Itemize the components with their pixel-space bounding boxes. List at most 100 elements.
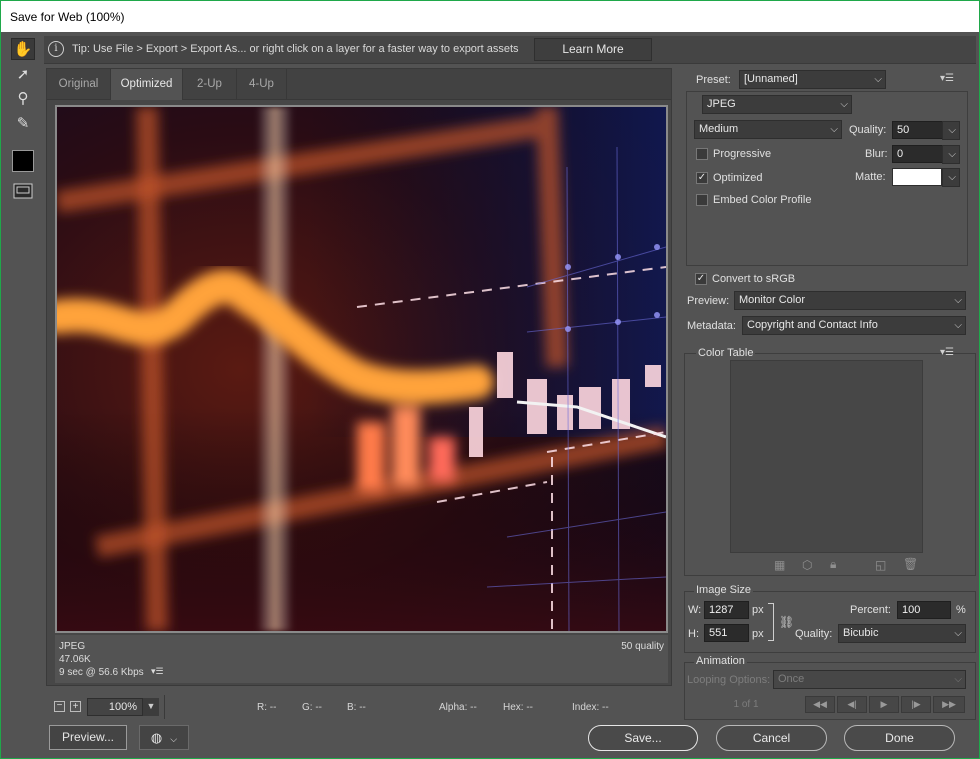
last-frame-icon[interactable]: ▶▶ [933, 696, 965, 713]
embed-color-profile-checkbox[interactable] [696, 194, 708, 206]
tip-bar: i Tip: Use File > Export > Export As... … [44, 36, 976, 64]
preset-menu-icon[interactable]: ▾☰ [940, 73, 954, 84]
first-frame-icon[interactable]: ◀◀ [805, 696, 835, 713]
done-button[interactable]: Done [844, 725, 955, 751]
preview-color-select[interactable]: Monitor Color ⌵ [734, 291, 966, 310]
optimized-checkbox[interactable]: ✓ [696, 172, 708, 184]
percent-unit: % [956, 604, 966, 616]
preview-panel: Original Optimized 2-Up 4-Up JPEG 47.06K… [46, 68, 672, 686]
info-icon: i [48, 41, 64, 57]
image-info: JPEG 47.06K 9 sec @ 56.6 Kbps ▾☰ 50 qual… [55, 635, 668, 683]
previous-frame-icon[interactable]: ◀| [837, 696, 867, 713]
percent-input[interactable]: 100 [897, 601, 951, 619]
zoom-dropdown-icon[interactable]: ▼ [142, 698, 159, 716]
view-tabs: Original Optimized 2-Up 4-Up [47, 69, 671, 100]
quality-level-value: Medium [699, 123, 739, 135]
toggle-slices-icon[interactable] [11, 180, 35, 202]
embed-color-profile-label: Embed Color Profile [713, 194, 812, 206]
hex-readout: Hex: -- [503, 702, 533, 713]
zoom-in-icon[interactable]: + [70, 701, 81, 712]
eyedropper-color-swatch[interactable] [12, 150, 34, 172]
preview-button[interactable]: Preview... [49, 725, 127, 750]
animation-title: Animation [694, 655, 747, 667]
looping-options-select[interactable]: Once ⌵ [773, 670, 966, 689]
status-divider [164, 695, 165, 719]
tool-column: ✋ ➚ ⚲ ✎ [8, 36, 38, 206]
metadata-value: Copyright and Contact Info [747, 319, 878, 331]
preset-select[interactable]: [Unnamed] ⌵ [739, 70, 886, 89]
delete-color-icon[interactable]: 🗑︎ [903, 557, 918, 571]
looping-options-value: Once [778, 673, 805, 685]
convert-srgb-label: Convert to sRGB [712, 273, 796, 285]
height-input[interactable]: 551 [704, 624, 749, 642]
next-frame-icon[interactable]: |▶ [901, 696, 931, 713]
map-transparent-icon[interactable]: ▦ [774, 558, 785, 572]
width-unit: px [752, 604, 764, 616]
metadata-select[interactable]: Copyright and Contact Info ⌵ [742, 316, 966, 335]
preset-label: Preset: [696, 74, 731, 86]
quality-input[interactable]: 50 [892, 121, 944, 139]
resample-quality-select[interactable]: Bicubic ⌵ [838, 624, 966, 643]
file-format-select[interactable]: JPEG ⌵ [702, 95, 852, 114]
blur-dropdown-icon[interactable]: ⌵ [942, 145, 960, 164]
image-size-title: Image Size [694, 584, 754, 596]
browser-globe-icon: ◍ [150, 730, 163, 745]
zoom-out-icon[interactable]: − [54, 701, 65, 712]
slice-select-tool-icon[interactable]: ➚ [11, 63, 35, 85]
zoom-tool-icon[interactable]: ⚲ [11, 87, 35, 109]
looping-options-label: Looping Options: [687, 674, 771, 686]
learn-more-button[interactable]: Learn More [534, 38, 652, 61]
resample-quality-label: Quality: [795, 628, 833, 640]
convert-srgb-checkbox[interactable]: ✓ [695, 273, 707, 285]
web-snap-icon[interactable]: ⬡ [802, 558, 812, 572]
color-table-swatches[interactable] [730, 360, 923, 553]
cancel-button[interactable]: Cancel [716, 725, 827, 751]
tab-4-up[interactable]: 4-Up [237, 69, 287, 100]
settings-panel: Preset: [Unnamed] ⌵ ▾☰ JPEG ⌵ Medium ⌵ Qual… [680, 70, 976, 720]
play-icon[interactable]: ▶ [869, 696, 899, 713]
tip-text: Tip: Use File > Export > Export As... or… [72, 43, 519, 55]
browser-dropdown-icon: ⌵ [170, 734, 178, 744]
blur-label: Blur: [865, 148, 888, 160]
tab-original[interactable]: Original [47, 69, 111, 100]
alpha-readout: Alpha: -- [439, 702, 477, 713]
progressive-checkbox[interactable] [696, 148, 708, 160]
new-color-icon[interactable]: ◱ [875, 558, 886, 572]
image-quality-info: 50 quality [621, 641, 664, 652]
quality-label: Quality: [849, 124, 887, 136]
tab-optimized[interactable]: Optimized [111, 69, 183, 100]
eyedropper-tool-icon[interactable]: ✎ [11, 112, 35, 134]
preview-image [57, 107, 666, 631]
quality-dropdown-icon[interactable]: ⌵ [942, 121, 960, 140]
lock-color-icon[interactable]: 🔒︎ [830, 557, 836, 572]
matte-dropdown-icon[interactable]: ⌵ [942, 168, 960, 187]
quality-level-select[interactable]: Medium ⌵ [694, 120, 842, 139]
blur-input[interactable]: 0 [892, 145, 944, 163]
download-speed-menu-icon[interactable]: ▾☰ [151, 666, 164, 677]
matte-color-swatch[interactable] [892, 168, 942, 186]
zoom-level-value: 100% [108, 701, 138, 713]
link-proportions-icon[interactable]: ⛓ [779, 615, 794, 629]
color-table-title: Color Table [696, 347, 756, 359]
optimized-image-preview[interactable] [55, 105, 668, 633]
download-time: 9 sec @ 56.6 Kbps [59, 667, 144, 678]
image-format: JPEG [59, 641, 86, 652]
width-label: W: [688, 604, 702, 616]
image-file-size: 47.06K [59, 654, 91, 665]
height-label: H: [688, 628, 699, 640]
tab-2-up[interactable]: 2-Up [183, 69, 237, 100]
optimized-label: Optimized [713, 172, 763, 184]
save-button[interactable]: Save... [588, 725, 698, 751]
preview-color-value: Monitor Color [739, 294, 806, 306]
matte-label: Matte: [855, 171, 886, 183]
constrain-bracket [768, 603, 774, 641]
width-input[interactable]: 1287 [704, 601, 749, 619]
index-readout: Index: -- [572, 702, 609, 713]
height-unit: px [752, 628, 764, 640]
hand-tool-icon[interactable]: ✋ [11, 38, 35, 60]
browser-preview-button[interactable]: ◍ ⌵ [139, 725, 189, 750]
frame-counter: 1 of 1 [733, 699, 759, 710]
percent-label: Percent: [850, 604, 891, 616]
green-readout: G: -- [302, 702, 322, 713]
color-table-menu-icon[interactable]: ▾☰ [940, 347, 954, 358]
